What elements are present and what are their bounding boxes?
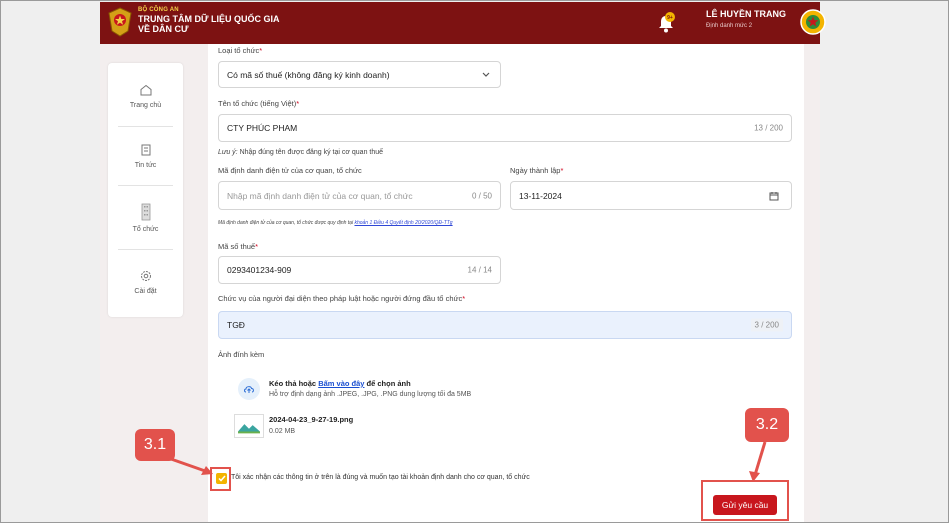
user-level: Định danh mức 2 (706, 23, 753, 29)
news-icon (141, 144, 150, 156)
founded-label: Ngày thành lập* (510, 166, 564, 175)
position-value: TGĐ (227, 320, 245, 330)
building-icon (141, 203, 150, 221)
tax-code-input[interactable]: 0293401234-909 14 / 14 (218, 256, 501, 284)
callout-step-3-2: 3.2 (745, 408, 789, 442)
gear-icon (140, 271, 151, 281)
callout-step-3-1: 3.1 (135, 429, 175, 461)
agency-id-label: Mã định danh điện tử của cơ quan, tổ chứ… (218, 166, 362, 175)
org-name-input[interactable]: CTY PHÚC PHAM 13 / 200 (218, 114, 792, 142)
highlight-checkbox (210, 467, 231, 491)
sidebar-item-label: Cài đặt (134, 288, 157, 295)
founded-date-input[interactable]: 13-11-2024 (510, 181, 792, 210)
sidebar-item-home[interactable]: Trang chủ (108, 83, 183, 109)
org-name-value: CTY PHÚC PHAM (227, 123, 298, 133)
tax-name-note: Lưu ý: Nhập đúng tên được đăng ký tại cơ… (218, 149, 384, 156)
sidebar-item-settings[interactable]: Cài đặt (108, 269, 183, 295)
cloud-upload-icon (244, 386, 254, 393)
agency-id-count: 0 / 50 (471, 191, 492, 200)
calendar-icon[interactable] (769, 191, 779, 201)
sidebar: Trang chủ Tin tức Tổ chức Cài đặt (108, 63, 183, 317)
sidebar-item-label: Trang chủ (129, 102, 162, 109)
sidebar-divider (118, 126, 173, 127)
org-type-label: Loại tổ chức* (218, 46, 263, 55)
bell-icon[interactable]: 9+ (656, 12, 676, 34)
brand: BỘ CÔNG AN TRUNG TÂM DỮ LIỆU QUỐC GIA VỀ… (138, 7, 279, 34)
top-header: BỘ CÔNG AN TRUNG TÂM DỮ LIỆU QUỐC GIA VỀ… (100, 2, 826, 44)
police-emblem-icon (108, 7, 132, 37)
agency-id-hint: Mã định danh điện tử của cơ quan, tổ chứ… (218, 220, 453, 226)
sidebar-item-organization[interactable]: Tổ chức (108, 203, 183, 233)
position-label: Chức vụ của người đại diện theo pháp luậ… (218, 294, 466, 303)
org-type-select[interactable]: Có mã số thuế (không đăng ký kinh doanh) (218, 61, 501, 88)
attachment-thumbnail[interactable] (234, 414, 264, 438)
upload-instruction: Kéo thả hoặc Bấm vào đây để chọn ảnh (269, 379, 411, 388)
sidebar-item-label: Tin tức (134, 162, 157, 169)
attachment-file-size: 0.02 MB (269, 428, 296, 435)
founded-date-value: 13-11-2024 (519, 190, 562, 201)
upload-area[interactable] (238, 378, 260, 400)
screenshot-frame: BỘ CÔNG AN TRUNG TÂM DỮ LIỆU QUỐC GIA VỀ… (0, 0, 949, 523)
tax-code-value: 0293401234-909 (227, 265, 292, 275)
tax-code-count: 14 / 14 (467, 265, 492, 275)
avatar[interactable] (800, 9, 826, 35)
position-input[interactable]: TGĐ 3 / 200 (218, 311, 792, 339)
bell-badge: 9+ (667, 15, 673, 21)
org-name-label: Tên tổ chức (tiếng Việt)* (218, 99, 300, 108)
user-name: LÊ HUYỀN TRANG (706, 9, 787, 19)
brand-line-2: VỀ DÂN CƯ (138, 24, 189, 34)
home-icon (140, 84, 151, 96)
tax-code-label: Mã số thuế* (218, 242, 259, 251)
sidebar-item-news[interactable]: Tin tức (108, 143, 183, 169)
agency-id-placeholder: Nhập mã định danh điện tử của cơ quan, t… (227, 190, 413, 201)
browse-link[interactable]: Bấm vào đây (318, 379, 364, 388)
upload-support-text: Hỗ trợ định dạng ảnh .JPEG, .JPG, .PNG d… (269, 391, 472, 398)
confirm-text: Tôi xác nhận các thông tin ở trên là đún… (231, 474, 530, 481)
attachment-file-name: 2024-04-23_9-27-19.png (269, 415, 354, 424)
chevron-down-icon (482, 72, 490, 77)
sidebar-divider (118, 249, 173, 250)
brand-top: BỘ CÔNG AN (138, 7, 179, 13)
highlight-submit (701, 480, 789, 521)
sidebar-item-label: Tổ chức (132, 226, 159, 233)
decision-link[interactable]: khoản 1 Điều 4 Quyết định 20/2020/QĐ-TTg (354, 220, 452, 226)
org-name-count: 13 / 200 (754, 123, 783, 133)
attachment-label: Ảnh đính kèm (218, 350, 265, 359)
user-info[interactable]: LÊ HUYỀN TRANG Định danh mức 2 (706, 9, 786, 29)
agency-id-input[interactable]: Nhập mã định danh điện tử của cơ quan, t… (218, 181, 501, 210)
org-type-value: Có mã số thuế (không đăng ký kinh doanh) (227, 69, 390, 80)
brand-line-1: TRUNG TÂM DỮ LIỆU QUỐC GIA (138, 14, 280, 24)
position-count: 3 / 200 (750, 318, 783, 332)
sidebar-divider (118, 185, 173, 186)
